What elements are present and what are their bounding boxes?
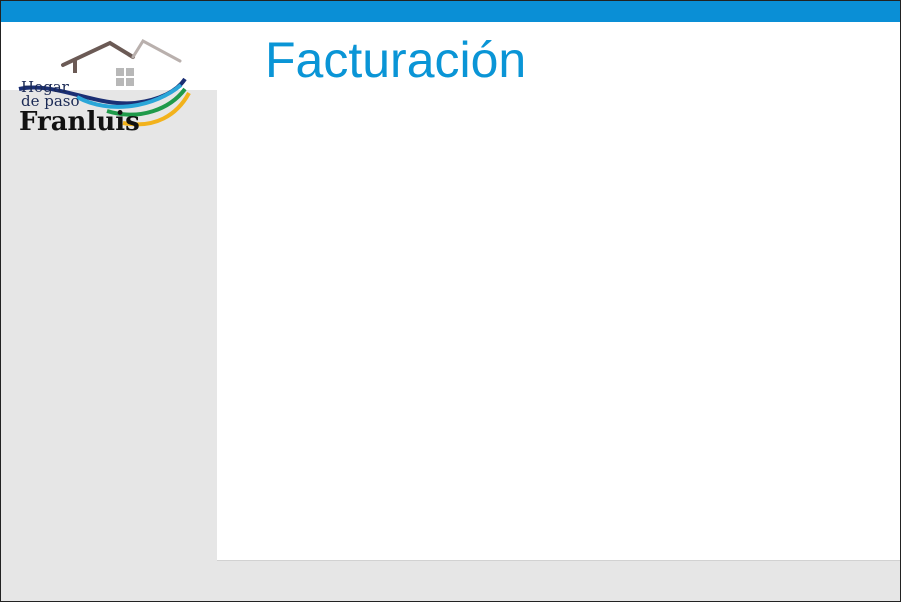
- app-window: Hogar de paso Franluis Facturación: [0, 0, 901, 602]
- logo-line-franluis: Franluis: [19, 107, 140, 137]
- sidebar: [1, 90, 217, 601]
- footer-bar: [217, 560, 900, 601]
- brand-logo: Hogar de paso Franluis: [15, 37, 195, 137]
- top-accent-bar: [1, 1, 900, 22]
- page-title: Facturación: [265, 32, 527, 88]
